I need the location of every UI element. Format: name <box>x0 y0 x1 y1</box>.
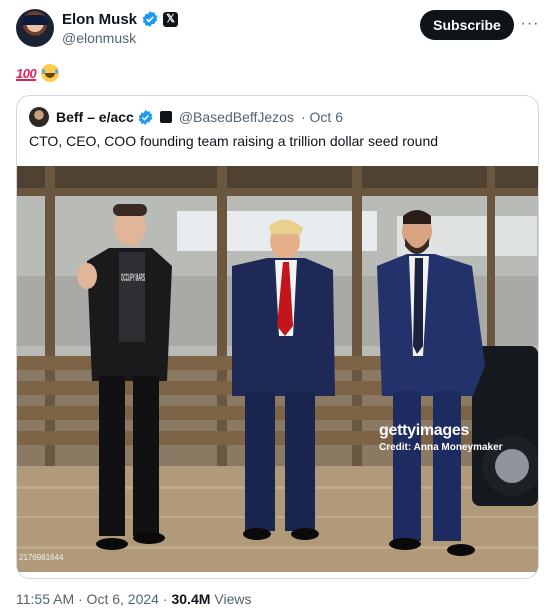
photo-id: 2176981644 <box>19 553 64 562</box>
author-name-row: Elon Musk 𝕏 <box>62 10 179 28</box>
quoted-verified-badge-icon <box>138 109 153 125</box>
quoted-author-handle: @BasedBeffJezos <box>178 109 294 125</box>
tweet-meta: 11:55 AM · Oct 6, 2024 · 30.4M Views <box>16 591 252 607</box>
views-count: 30.4M <box>171 591 211 607</box>
hundred-points-emoji-icon: 100 <box>16 65 37 81</box>
tears-of-joy-emoji-icon <box>41 64 60 82</box>
more-options-icon[interactable]: ··· <box>520 12 540 36</box>
tweet-text: 100 <box>16 62 60 84</box>
author-name[interactable]: Elon Musk <box>62 11 137 28</box>
quoted-author-name: Beff – e/acc <box>56 109 134 125</box>
getty-images-watermark: gettyimages <box>379 422 470 439</box>
subscribe-button[interactable]: Subscribe <box>420 10 514 40</box>
barn-scene-illustration: OCCUPY MARS <box>17 166 538 572</box>
views-label: Views <box>214 591 252 607</box>
quoted-tweet-text: CTO, CEO, COO founding team raising a tr… <box>29 133 439 149</box>
shirt-print: OCCUPY MARS <box>121 272 145 284</box>
quoted-tweet[interactable]: Beff – e/acc @BasedBeffJezos · Oct 6 CTO… <box>16 95 539 579</box>
author-avatar[interactable] <box>16 9 54 47</box>
quoted-affiliation-icon <box>159 111 172 123</box>
tweet-timestamp[interactable]: 11:55 AM · Oct 6, 2024 · <box>16 591 167 607</box>
verified-badge-icon[interactable] <box>142 11 158 27</box>
quoted-author-avatar <box>29 107 49 127</box>
quoted-tweet-photo[interactable]: OCCUPY MARS 2176981644 gettyimages Credi… <box>17 166 538 572</box>
x-affiliation-icon[interactable]: 𝕏 <box>163 11 179 27</box>
quoted-tweet-header: Beff – e/acc @BasedBeffJezos · Oct 6 <box>29 107 343 127</box>
author-handle[interactable]: @elonmusk <box>62 30 136 46</box>
photo-credit: Credit: Anna Moneymaker <box>379 442 503 453</box>
quoted-date: · Oct 6 <box>300 109 343 125</box>
tweet-header: Elon Musk 𝕏 @elonmusk Subscribe ··· <box>0 0 550 56</box>
